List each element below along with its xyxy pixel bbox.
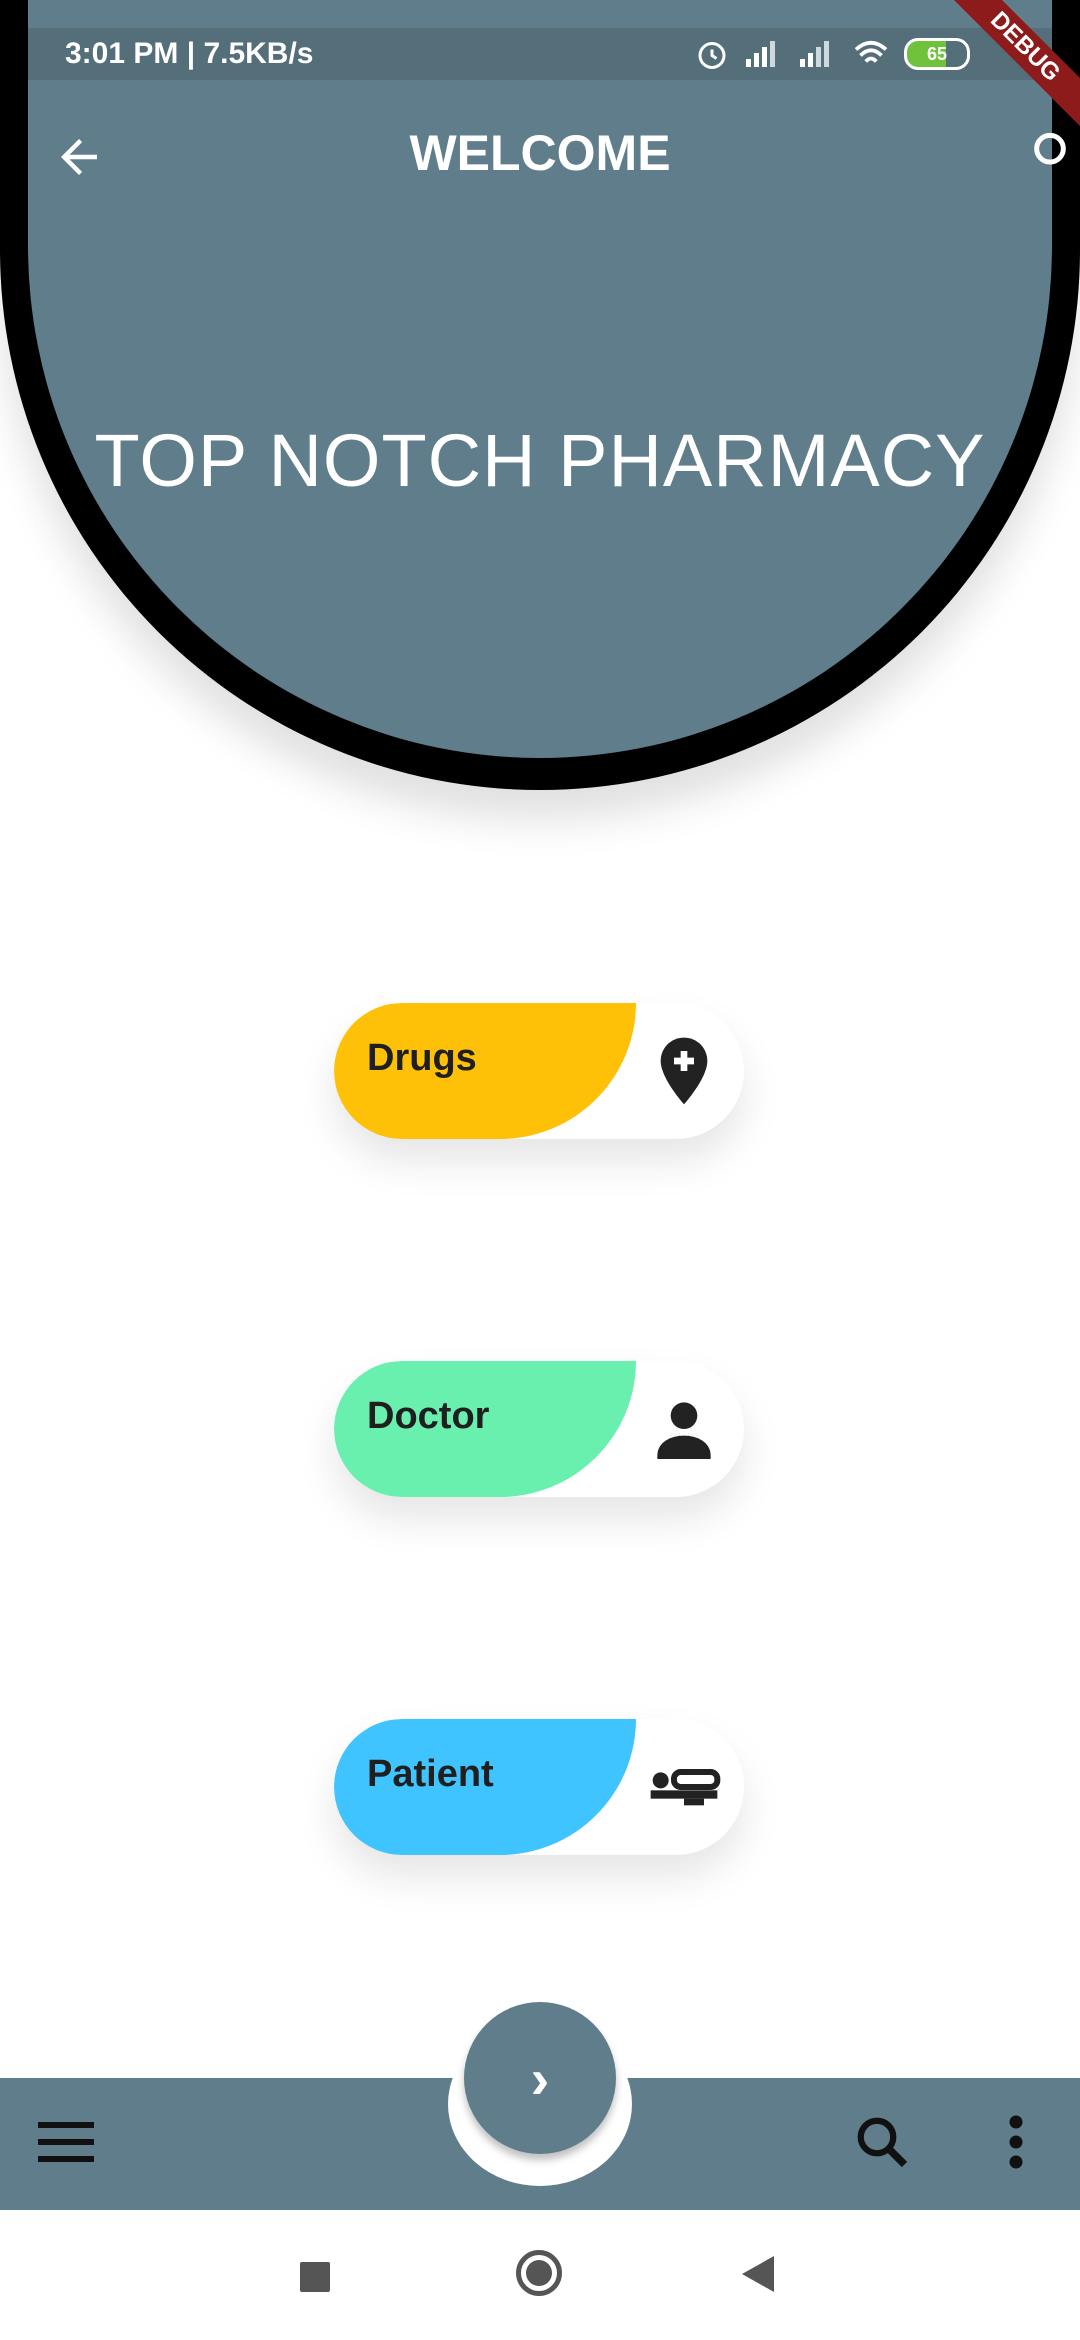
doctor-card-label: Doctor	[367, 1395, 490, 1437]
more-vert-icon[interactable]	[1004, 2112, 1028, 2172]
battery-icon: 65	[904, 38, 970, 70]
add-location-icon	[660, 1037, 708, 1105]
header-search-icon[interactable]	[1030, 132, 1070, 172]
patient-card[interactable]: Patient	[334, 1719, 744, 1855]
drugs-card[interactable]: Drugs	[334, 1003, 744, 1139]
status-time-network: 3:01 PM | 7.5KB/s	[65, 37, 314, 70]
patient-card-label: Patient	[367, 1753, 494, 1795]
header	[0, 0, 1080, 790]
status-icons: 65	[694, 32, 970, 76]
search-icon[interactable]	[852, 2112, 912, 2172]
home-button[interactable]	[516, 2250, 562, 2296]
wifi-icon	[854, 40, 888, 63]
next-fab-button[interactable]: ›	[464, 2002, 616, 2154]
back-button[interactable]	[742, 2256, 774, 2292]
doctor-card[interactable]: Doctor	[334, 1361, 744, 1497]
brand-name: TOP NOTCH PHARMACY	[94, 419, 986, 502]
home-dot-icon	[526, 2260, 552, 2286]
drugs-card-label: Drugs	[367, 1037, 477, 1079]
menu-icon[interactable]	[38, 2120, 94, 2164]
alarm-icon	[698, 42, 726, 69]
signal-icon	[746, 41, 775, 67]
recents-button[interactable]	[300, 2262, 330, 2292]
person-icon	[657, 1402, 711, 1459]
signal-icon-2	[800, 41, 829, 67]
hotel-bed-icon	[650, 1769, 721, 1806]
page-title: WELCOME	[409, 125, 671, 181]
